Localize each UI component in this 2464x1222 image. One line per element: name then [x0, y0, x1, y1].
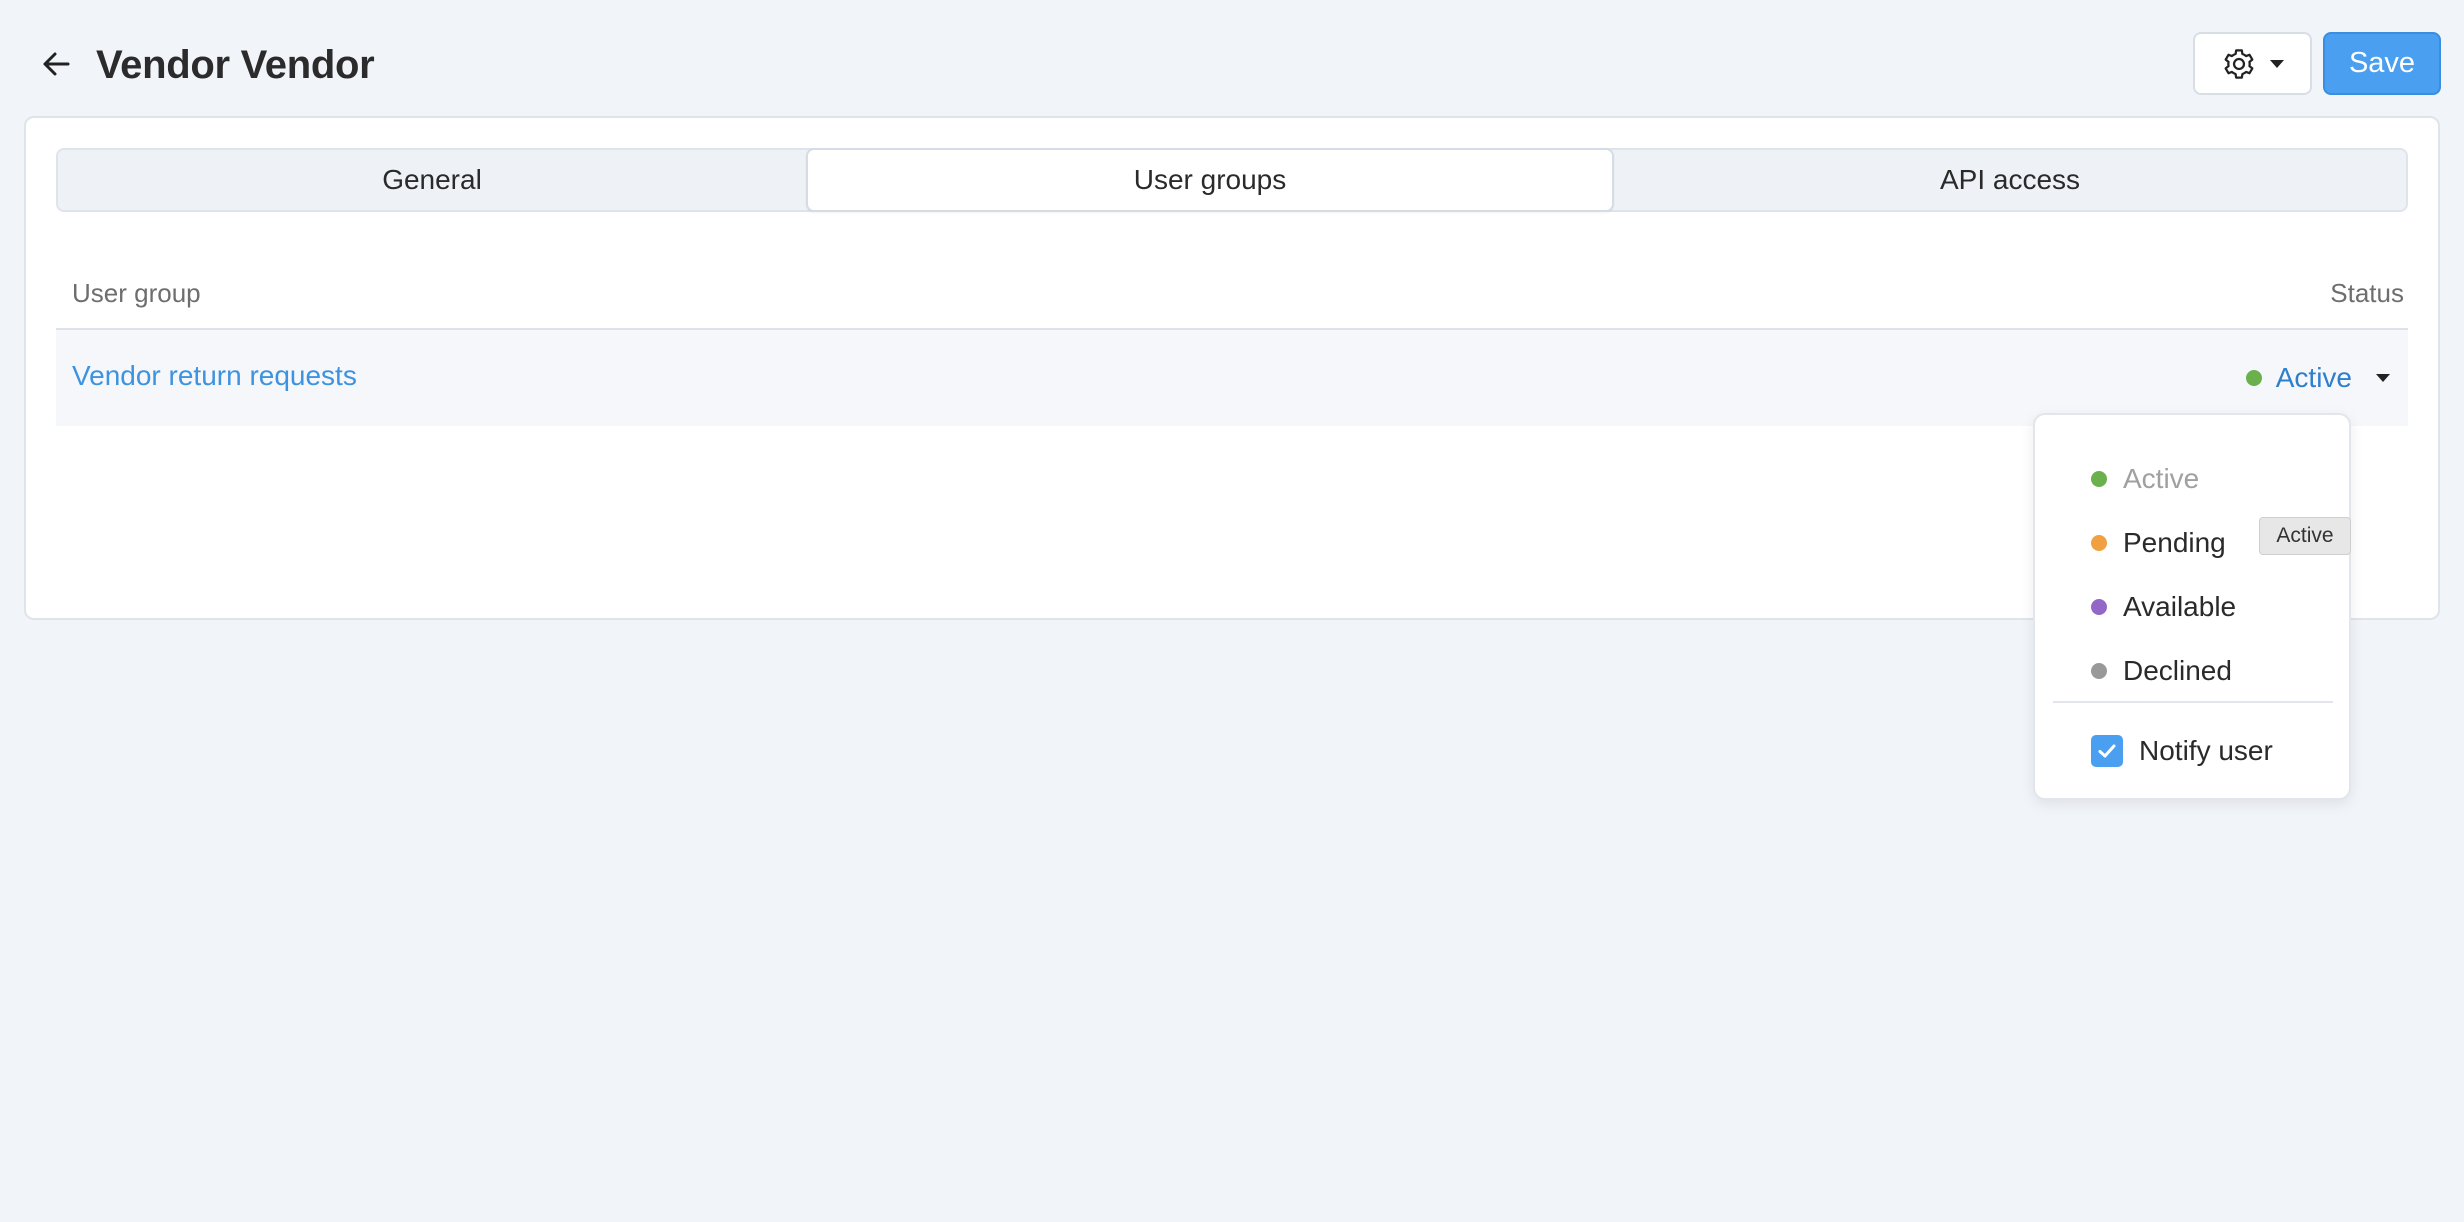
- page-title: Vendor Vendor: [96, 43, 375, 87]
- arrow-left-icon: [43, 52, 70, 76]
- status-value: Active: [2275, 362, 2352, 393]
- status-option-available[interactable]: Available: [2091, 583, 2236, 631]
- status-option-active[interactable]: Active: [2091, 455, 2199, 503]
- column-header-user-group: User group: [72, 278, 201, 308]
- status-dot-icon: [2091, 471, 2107, 487]
- status-dropdown-menu: Active Pending Available Declined Notify…: [2033, 413, 2351, 800]
- status-option-label: Declined: [2123, 655, 2232, 686]
- checkmark-icon: [2098, 744, 2116, 758]
- table-row: Vendor return requests Active: [56, 330, 2408, 426]
- tooltip: Active: [2259, 517, 2351, 555]
- tab-user-groups[interactable]: User groups: [806, 148, 1614, 212]
- notify-user-label: Notify user: [2139, 735, 2273, 766]
- status-dot-icon: [2245, 370, 2262, 386]
- status-option-pending[interactable]: Pending: [2091, 519, 2226, 567]
- status-dot-icon: [2091, 599, 2107, 615]
- menu-divider: [2053, 701, 2333, 703]
- tab-api-access[interactable]: API access: [1614, 150, 2406, 210]
- gear-icon: [2224, 48, 2253, 79]
- tab-general[interactable]: General: [58, 150, 806, 210]
- back-button[interactable]: [36, 44, 76, 84]
- save-button[interactable]: Save: [2323, 32, 2441, 95]
- status-dot-icon: [2091, 663, 2107, 679]
- column-header-status: Status: [2330, 278, 2404, 308]
- chevron-down-icon: [2269, 59, 2284, 68]
- notify-user-option[interactable]: Notify user: [2091, 727, 2273, 775]
- tab-bar: General User groups API access: [56, 148, 2408, 212]
- status-dot-icon: [2091, 535, 2107, 551]
- user-group-link[interactable]: Vendor return requests: [72, 360, 357, 392]
- status-dropdown-toggle[interactable]: Active: [2245, 356, 2390, 400]
- status-option-label: Active: [2123, 463, 2200, 494]
- chevron-down-icon: [2376, 374, 2390, 382]
- notify-user-checkbox[interactable]: [2091, 735, 2123, 767]
- status-option-label: Available: [2123, 591, 2237, 622]
- status-option-label: Pending: [2123, 527, 2226, 558]
- status-option-declined[interactable]: Declined: [2091, 647, 2232, 695]
- page-header: Vendor Vendor Save: [0, 0, 2464, 120]
- settings-dropdown-button[interactable]: [2193, 32, 2312, 95]
